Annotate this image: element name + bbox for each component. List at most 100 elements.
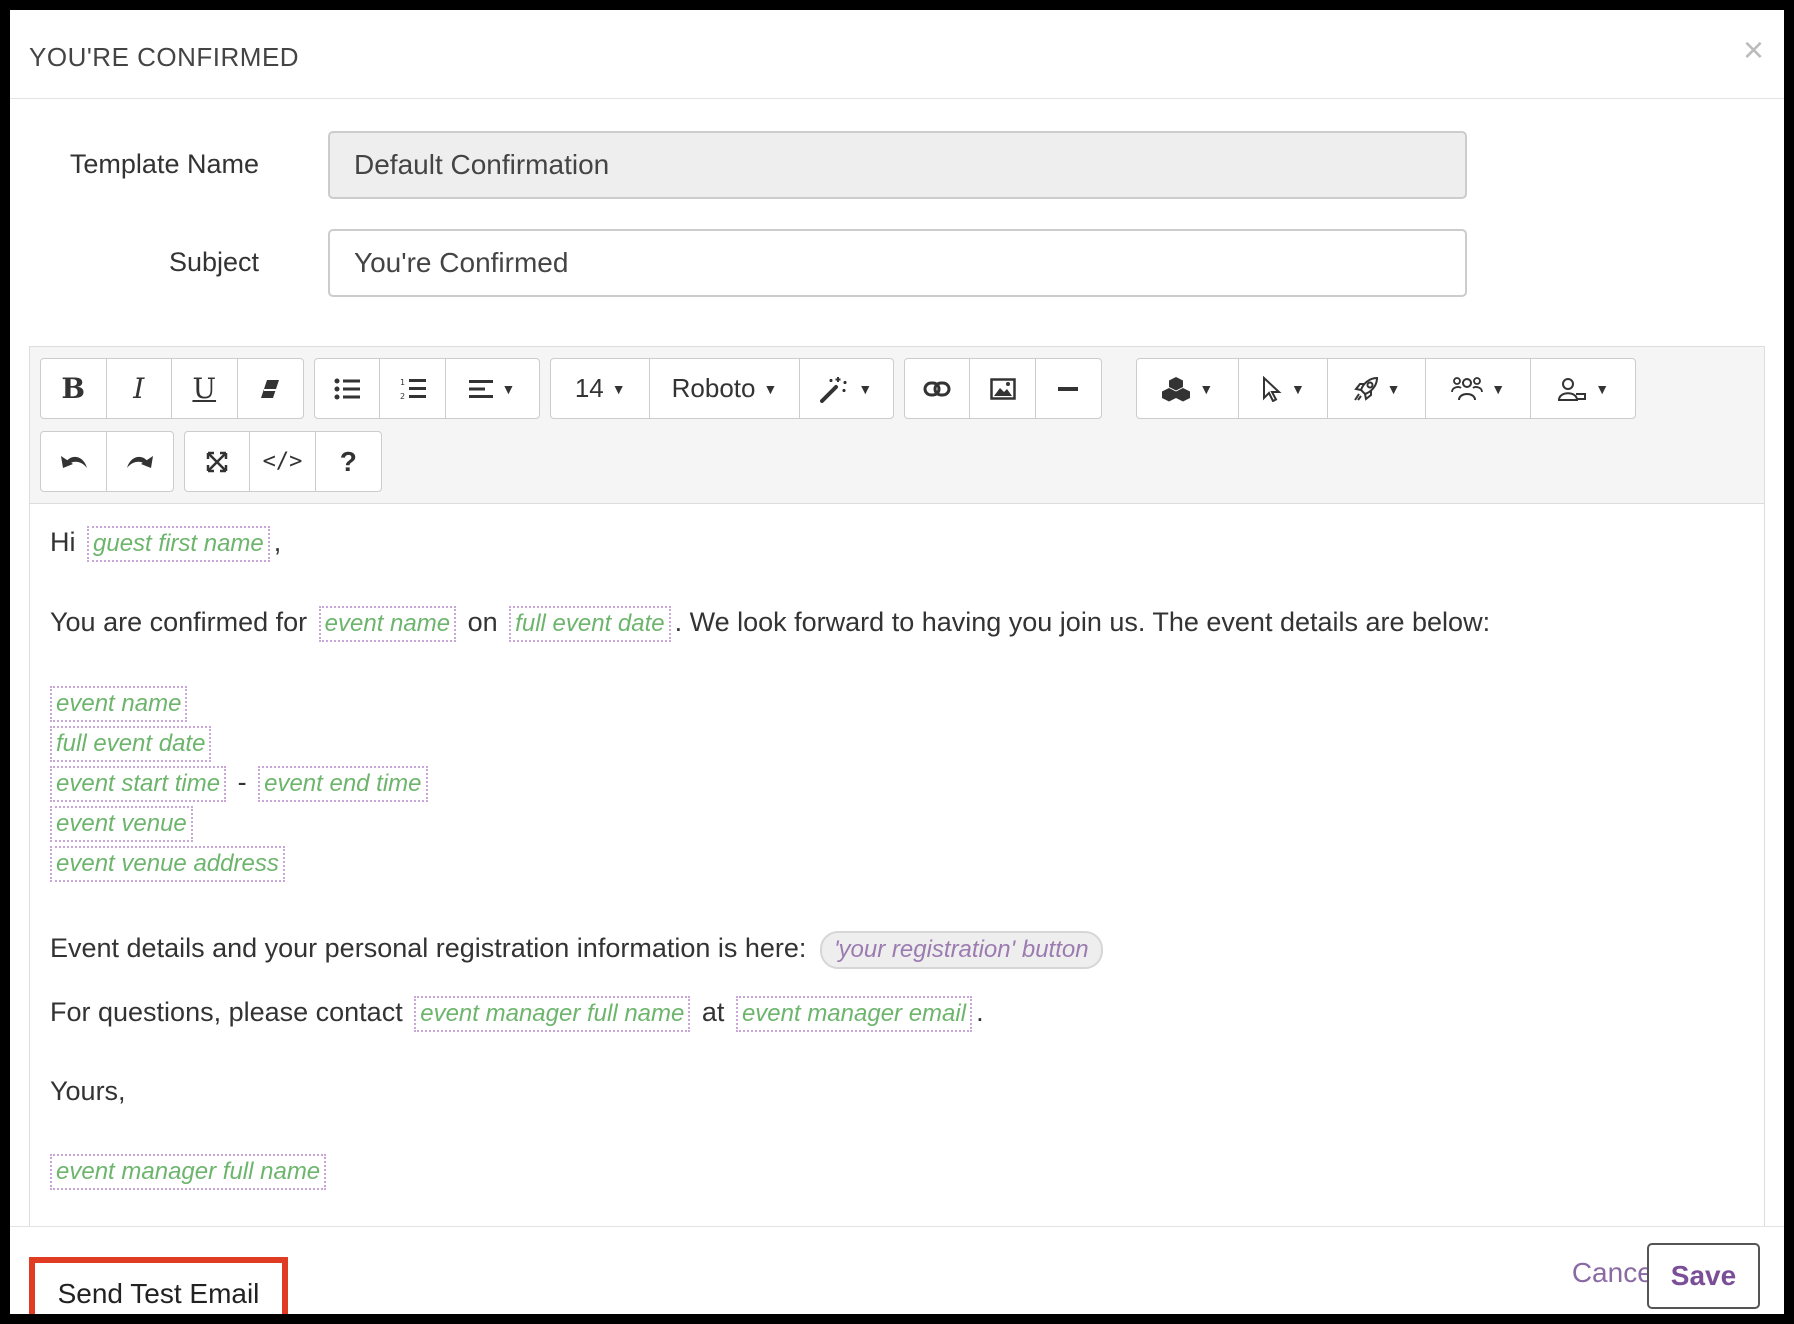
history-group <box>40 431 174 492</box>
template-name-field: Default Confirmation <box>328 131 1467 199</box>
rocket-dropdown[interactable]: ▼ <box>1328 359 1426 418</box>
clear-format-button[interactable] <box>238 359 304 418</box>
greeting-line: Hi guest first name, <box>50 526 281 562</box>
bold-icon: B <box>61 372 86 405</box>
code-view-icon: </> <box>262 449 303 474</box>
fullscreen-button[interactable] <box>185 432 251 491</box>
editor-toolbar: B I U 12 ▼ 14 ▼ Roboto ▼ ▼ ▼ ▼ ▼ ▼ ▼ </>… <box>30 347 1764 504</box>
questions-text: For questions, please contact <box>50 997 403 1027</box>
merge-tag[interactable]: event start time <box>50 766 227 802</box>
code-view-button[interactable]: </> <box>250 432 316 491</box>
modal-footer: Send Test Email Cancel Save <box>10 1226 1784 1314</box>
details-line: event venue <box>50 806 197 842</box>
horizontal-rule-button[interactable] <box>1036 359 1101 418</box>
chevron-down-icon: ▼ <box>1386 380 1401 397</box>
style-magic-icon <box>820 376 847 403</box>
cubes-dropdown[interactable]: ▼ <box>1137 359 1239 418</box>
details-line: event name <box>50 686 191 722</box>
align-icon <box>469 379 494 398</box>
merge-tag[interactable]: event manager email <box>735 996 973 1032</box>
subject-label: Subject <box>168 247 259 277</box>
on-word: on <box>467 607 498 637</box>
cubes-icon <box>1162 376 1191 401</box>
greeting-text: Hi <box>50 527 76 557</box>
font-group: 14 ▼ Roboto ▼ ▼ <box>550 358 894 419</box>
image-icon <box>989 377 1016 400</box>
italic-icon: I <box>133 372 145 405</box>
registration-line: Event details and your personal registra… <box>50 931 1103 969</box>
details-line: event start time - event end time <box>50 766 432 802</box>
chevron-down-icon: ▼ <box>1595 380 1610 397</box>
merge-tag[interactable]: event manager full name <box>50 1154 327 1190</box>
greeting-suffix: , <box>273 527 282 557</box>
merge-tag[interactable]: event end time <box>258 766 428 802</box>
template-name-label: Template Name <box>69 149 259 179</box>
redo-icon <box>127 455 153 468</box>
registration-button-tag[interactable]: 'your registration' button <box>819 931 1103 969</box>
cancel-button[interactable]: Cancel <box>1572 1257 1659 1289</box>
undo-button[interactable] <box>41 432 107 491</box>
send-test-email-button[interactable]: Send Test Email <box>29 1257 288 1314</box>
merge-tag[interactable]: full event date <box>50 726 212 762</box>
font-style-group: B I U <box>40 358 304 419</box>
italic-button[interactable]: I <box>107 359 172 418</box>
subject-input[interactable]: You're Confirmed <box>328 229 1467 297</box>
at-word: at <box>701 997 725 1027</box>
ordered-list-icon: 12 <box>400 378 426 401</box>
font-family-value: Roboto <box>671 373 756 403</box>
view-group: </> ? <box>184 431 382 492</box>
eraser-icon <box>261 379 280 398</box>
details-line: event venue address <box>50 846 289 882</box>
underline-icon: U <box>192 372 217 405</box>
merge-tag[interactable]: event manager full name <box>414 996 691 1032</box>
align-dropdown[interactable]: ▼ <box>446 359 539 418</box>
merge-tag[interactable]: event name <box>50 686 188 722</box>
chevron-down-icon: ▼ <box>763 380 778 397</box>
period-text: . <box>976 997 984 1027</box>
insert-group <box>904 358 1102 419</box>
signature-line: event manager full name <box>50 1154 330 1190</box>
unordered-list-button[interactable] <box>315 359 381 418</box>
save-button[interactable]: Save <box>1647 1243 1760 1309</box>
user-dropdown[interactable]: ▼ <box>1531 359 1635 418</box>
underline-button[interactable]: U <box>172 359 238 418</box>
email-template-modal: YOU'RE CONFIRMED × Template Name Default… <box>10 10 1784 1314</box>
style-dropdown[interactable]: ▼ <box>800 359 893 418</box>
merge-tag[interactable]: guest first name <box>87 526 270 562</box>
users-icon <box>1451 376 1484 400</box>
user-icon <box>1558 377 1587 401</box>
pointer-dropdown[interactable]: ▼ <box>1239 359 1329 418</box>
font-size-value: 14 <box>574 373 604 403</box>
merge-tag[interactable]: full event date <box>509 606 671 642</box>
merge-tag[interactable]: event name <box>318 606 457 642</box>
merge-tag[interactable]: event venue <box>50 806 193 842</box>
redo-button[interactable] <box>107 432 173 491</box>
merge-tag[interactable]: event venue address <box>50 846 285 882</box>
template-name-row: Template Name Default Confirmation <box>10 131 1784 199</box>
chevron-down-icon: ▼ <box>1491 380 1506 397</box>
modal-title: YOU'RE CONFIRMED <box>29 42 300 72</box>
users-dropdown[interactable]: ▼ <box>1426 359 1532 418</box>
chevron-down-icon: ▼ <box>858 380 873 397</box>
confirmed-suffix: . We look forward to having you join us.… <box>674 607 1491 637</box>
link-button[interactable] <box>905 359 971 418</box>
help-button[interactable]: ? <box>316 432 381 491</box>
font-family-dropdown[interactable]: Roboto ▼ <box>650 359 800 418</box>
ordered-list-button[interactable]: 12 <box>380 359 446 418</box>
chevron-down-icon: ▼ <box>501 380 516 397</box>
svg-text:1: 1 <box>400 378 405 387</box>
image-button[interactable] <box>970 359 1036 418</box>
editor-content[interactable]: Hi guest first name, You are confirmed f… <box>30 504 1764 1227</box>
closing-line: Yours, <box>50 1076 126 1107</box>
details-line: full event date <box>50 726 215 762</box>
closing-text: Yours, <box>50 1076 126 1106</box>
horizontal-rule-icon <box>1058 386 1079 391</box>
registration-text: Event details and your personal registra… <box>50 933 807 963</box>
modal-header: YOU'RE CONFIRMED × <box>10 10 1784 99</box>
subject-row: Subject You're Confirmed <box>10 229 1784 297</box>
close-icon[interactable]: × <box>1743 32 1764 68</box>
help-icon: ? <box>339 445 357 477</box>
rocket-icon <box>1353 376 1378 401</box>
bold-button[interactable]: B <box>41 359 107 418</box>
font-size-dropdown[interactable]: 14 ▼ <box>551 359 651 418</box>
